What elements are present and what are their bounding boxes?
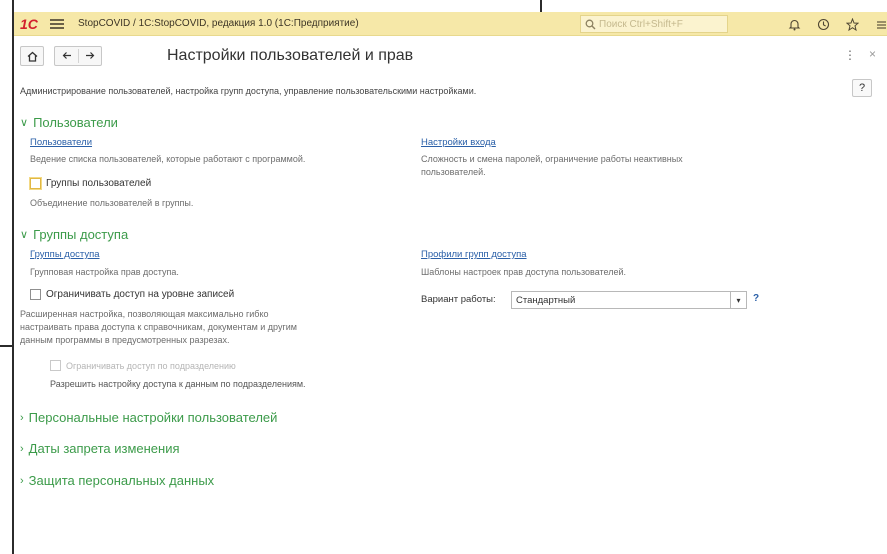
- outer-frame-side-tick: [0, 345, 14, 347]
- menu-more-icon[interactable]: [873, 16, 887, 32]
- user-groups-checkbox[interactable]: [30, 178, 41, 189]
- bell-icon[interactable]: [786, 16, 802, 32]
- access-profiles-link[interactable]: Профили групп доступа: [421, 249, 527, 260]
- forward-button[interactable]: [78, 49, 101, 63]
- subdivision-checkbox-row: Ограничивать доступ по подразделению: [50, 360, 236, 371]
- page-description: Администрирование пользователей, настрой…: [20, 86, 477, 96]
- chevron-down-icon: ∨: [20, 117, 29, 129]
- users-link[interactable]: Пользователи: [30, 137, 92, 148]
- login-settings-description-line2: пользователей.: [421, 167, 486, 177]
- user-groups-checkbox-row[interactable]: Группы пользователей: [30, 178, 151, 189]
- form-header: Настройки пользователей и прав ⋮ ×: [14, 36, 887, 72]
- checkbox-label: Ограничивать доступ по подразделению: [66, 360, 236, 371]
- user-groups-description: Объединение пользователей в группы.: [30, 198, 194, 208]
- chevron-down-icon[interactable]: ▾: [731, 291, 747, 309]
- login-settings-description-line1: Сложность и смена паролей, ограничение р…: [421, 154, 683, 164]
- section-access-header[interactable]: ∨ Группы доступа: [20, 227, 128, 242]
- global-search[interactable]: [580, 15, 728, 33]
- chevron-right-icon: ›: [20, 411, 24, 424]
- arrow-left-icon: [62, 52, 71, 59]
- page-title: Настройки пользователей и прав: [167, 47, 414, 64]
- login-settings-link[interactable]: Настройки входа: [421, 137, 496, 148]
- chevron-right-icon: ›: [20, 442, 24, 455]
- work-mode-help-link[interactable]: ?: [753, 293, 759, 304]
- navigation-arrows: [54, 46, 102, 66]
- title-bar: 1С StopCOVID / 1С:StopCOVID, редакция 1.…: [14, 12, 887, 36]
- help-button[interactable]: ?: [852, 79, 872, 97]
- work-mode-label: Вариант работы:: [421, 294, 496, 305]
- section-title: Защита персональных данных: [28, 473, 215, 488]
- section-title: Персональные настройки пользователей: [28, 410, 278, 425]
- search-icon: [585, 19, 596, 29]
- app-title: StopCOVID / 1С:StopCOVID, редакция 1.0 (…: [78, 18, 359, 29]
- subdivision-checkbox: [50, 360, 61, 371]
- star-icon[interactable]: [844, 16, 860, 32]
- history-icon[interactable]: [815, 16, 831, 32]
- arrow-right-icon: [86, 52, 95, 59]
- users-description: Ведение списка пользователей, которые ра…: [30, 154, 306, 164]
- section-title: Даты запрета изменения: [28, 441, 180, 456]
- chevron-right-icon: ›: [20, 474, 24, 487]
- checkbox-label: Ограничивать доступ на уровне записей: [46, 289, 235, 300]
- section-title: Пользователи: [33, 115, 118, 130]
- record-level-description-line2: настраивать права доступа к справочникам…: [20, 322, 297, 332]
- record-level-checkbox-row[interactable]: Ограничивать доступ на уровне записей: [30, 289, 234, 300]
- section-personal-data-header[interactable]: › Защита персональных данных: [20, 473, 214, 488]
- app-logo: 1С: [20, 15, 38, 32]
- home-icon: [27, 51, 37, 62]
- outer-frame-tick: [540, 0, 542, 12]
- back-button[interactable]: [55, 49, 78, 63]
- record-level-checkbox[interactable]: [30, 289, 41, 300]
- close-button[interactable]: ×: [869, 47, 876, 61]
- section-title: Группы доступа: [33, 227, 129, 242]
- access-groups-link[interactable]: Группы доступа: [30, 249, 100, 260]
- home-button[interactable]: [20, 46, 44, 66]
- section-users-header[interactable]: ∨ Пользователи: [20, 115, 118, 130]
- chevron-down-icon: ∨: [20, 229, 29, 241]
- access-profiles-description: Шаблоны настроек прав доступа пользовате…: [421, 267, 627, 277]
- section-change-dates-header[interactable]: › Даты запрета изменения: [20, 441, 180, 456]
- work-mode-select[interactable]: Стандартный: [511, 291, 731, 309]
- section-personal-settings-header[interactable]: › Персональные настройки пользователей: [20, 410, 277, 425]
- checkbox-label: Группы пользователей: [46, 178, 152, 189]
- subdivision-description: Разрешить настройку доступа к данным по …: [50, 379, 306, 389]
- record-level-description-line1: Расширенная настройка, позволяющая макси…: [20, 309, 269, 319]
- hamburger-menu-icon[interactable]: [50, 18, 64, 29]
- search-input[interactable]: [599, 18, 719, 30]
- app-window: 1С StopCOVID / 1С:StopCOVID, редакция 1.…: [14, 12, 887, 554]
- access-groups-description: Групповая настройка прав доступа.: [30, 267, 179, 277]
- more-actions-button[interactable]: ⋮: [844, 48, 856, 62]
- record-level-description-line3: данным программы в предусмотренных разре…: [20, 335, 230, 345]
